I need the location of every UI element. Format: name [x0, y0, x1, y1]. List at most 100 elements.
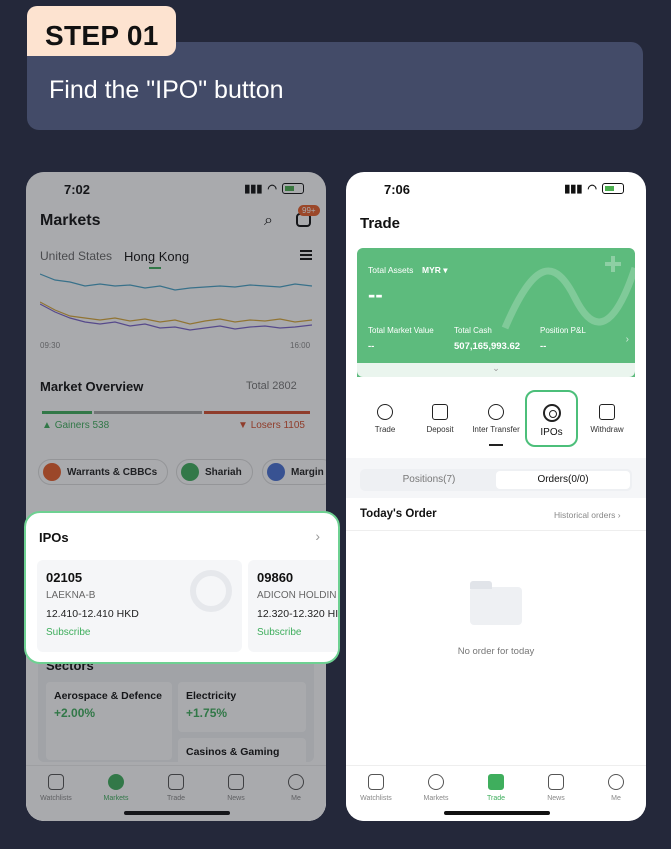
ipo-item[interactable]: 02105 LAEKNA-B 12.410-12.410 HKD Subscri…	[37, 560, 242, 652]
heart-icon	[368, 774, 384, 790]
signal-icon: ▮▮▮	[244, 183, 263, 195]
tab-markets[interactable]: Markets	[86, 774, 146, 802]
tab-trade[interactable]: Trade	[466, 774, 526, 802]
search-icon[interactable]: ⌕	[264, 212, 273, 230]
menu-icon[interactable]	[300, 250, 312, 260]
status-bar: 7:06 ▮▮▮ ◠	[346, 182, 646, 198]
tab-united-states[interactable]: United States	[40, 249, 112, 263]
pnl-value: --	[540, 341, 547, 352]
tab-watchlists[interactable]: Watchlists	[346, 774, 406, 802]
todays-order-title: Today's Order	[360, 508, 437, 520]
gainers-bar	[42, 411, 92, 414]
empty-state-text: No order for today	[457, 646, 535, 657]
margin-icon	[267, 463, 285, 481]
chevron-right-icon[interactable]: ›	[315, 528, 320, 544]
divider	[346, 530, 646, 531]
status-bar: 7:02 ▮▮▮ ◠	[26, 182, 326, 198]
status-icons: ▮▮▮ ◠	[564, 182, 624, 195]
ipo-item[interactable]: 09860 ADICON HOLDIN 12.320-12.320 HI Sub…	[248, 560, 338, 652]
market-overview-total[interactable]: Total 2802	[246, 380, 297, 392]
heart-icon	[48, 774, 64, 790]
tab-me[interactable]: Me	[586, 774, 646, 802]
tab-trade[interactable]: Trade	[146, 774, 206, 802]
profile-icon	[608, 774, 624, 790]
tab-me[interactable]: Me	[266, 774, 326, 802]
chevron-down-icon: ⌄	[492, 363, 500, 373]
market-value: --	[368, 341, 375, 352]
target-icon	[542, 404, 561, 422]
pill-shariah[interactable]: Shariah	[176, 459, 253, 485]
wave-decoration-icon	[501, 256, 635, 330]
neutral-bar	[94, 411, 202, 414]
currency-select[interactable]: MYR ▾	[422, 265, 448, 276]
chart-series-blue	[40, 273, 312, 291]
gainers-label: ▲ Gainers 538	[42, 420, 110, 431]
warrants-icon	[43, 463, 61, 481]
target-icon	[190, 570, 232, 612]
tab-news[interactable]: News	[206, 774, 266, 802]
empty-folder-icon	[470, 581, 522, 625]
trade-icon	[377, 404, 393, 420]
actions-page-indicator	[489, 444, 503, 446]
transfer-icon	[488, 404, 504, 420]
status-icons: ▮▮▮ ◠	[244, 182, 304, 195]
step-title: Find the "IPO" button	[49, 76, 284, 104]
tab-hong-kong[interactable]: Hong Kong	[124, 249, 189, 264]
wifi-icon: ◠	[587, 183, 597, 195]
profile-icon	[288, 774, 304, 790]
chart-end-label: 16:00	[290, 341, 311, 350]
segment-orders[interactable]: Orders(0/0)	[496, 471, 630, 489]
wifi-icon: ◠	[267, 183, 277, 195]
deposit-action[interactable]: Deposit	[414, 404, 466, 434]
ipos-title: IPOs	[39, 530, 69, 545]
ipos-button[interactable]: IPOs	[525, 390, 578, 447]
market-overview-title: Market Overview	[40, 379, 144, 394]
home-indicator	[124, 811, 230, 815]
page-title: Markets	[40, 212, 101, 229]
pnl-label: Position P&L	[540, 326, 586, 335]
chart-start-label: 09:30	[40, 341, 61, 350]
market-value-label: Total Market Value	[368, 326, 434, 335]
sector-card[interactable]: Aerospace & Defence +2.00%	[46, 682, 172, 760]
assets-card[interactable]: Total Assets MYR ▾ -- Total Market Value…	[357, 248, 635, 377]
segment-positions[interactable]: Positions(7)	[362, 471, 496, 489]
sector-card[interactable]: Electricity +1.75%	[178, 682, 306, 732]
left-phone-screen: 7:02 ▮▮▮ ◠ Markets ⌕ 99+ United States H…	[26, 172, 326, 821]
notification-badge: 99+	[298, 205, 320, 216]
news-icon	[228, 774, 244, 790]
tab-markets[interactable]: Markets	[406, 774, 466, 802]
deposit-icon	[432, 404, 448, 420]
step-badge: STEP 01	[27, 6, 176, 56]
tab-bar: Watchlists Markets Trade News Me	[346, 765, 646, 821]
tab-bar: Watchlists Markets Trade News Me	[26, 765, 326, 821]
status-time: 7:06	[384, 182, 411, 197]
subscribe-link[interactable]: Subscribe	[46, 627, 233, 638]
index-chart	[40, 273, 312, 331]
total-assets-value: --	[368, 282, 383, 307]
home-indicator	[444, 811, 550, 815]
withdraw-action[interactable]: Withdraw	[581, 404, 633, 434]
cash-label: Total Cash	[454, 326, 492, 335]
sector-card[interactable]: Casinos & Gaming	[178, 738, 306, 768]
cash-value: 507,165,993.62	[454, 341, 521, 352]
expand-assets[interactable]: ⌄	[357, 363, 635, 377]
planet-icon	[108, 774, 124, 790]
trade-action[interactable]: Trade	[359, 404, 411, 434]
chevron-right-icon[interactable]: ›	[626, 334, 629, 345]
losers-bar	[204, 411, 310, 414]
inter-transfer-action[interactable]: Inter Transfer	[470, 404, 522, 434]
losers-label: ▼ Losers 1105	[238, 420, 305, 431]
signal-icon: ▮▮▮	[564, 183, 583, 195]
battery-icon	[602, 183, 624, 194]
pill-margin[interactable]: Margin	[262, 459, 326, 485]
tab-news[interactable]: News	[526, 774, 586, 802]
tab-indicator	[149, 267, 161, 269]
status-time: 7:02	[64, 182, 91, 197]
tab-watchlists[interactable]: Watchlists	[26, 774, 86, 802]
pill-warrants[interactable]: Warrants & CBBCs	[38, 459, 169, 485]
ipos-card[interactable]: IPOs › 02105 LAEKNA-B 12.410-12.410 HKD …	[24, 511, 340, 664]
battery-icon	[282, 183, 304, 194]
news-icon	[548, 774, 564, 790]
subscribe-link[interactable]: Subscribe	[257, 627, 338, 638]
historical-orders-link[interactable]: Historical orders ›	[554, 510, 621, 520]
